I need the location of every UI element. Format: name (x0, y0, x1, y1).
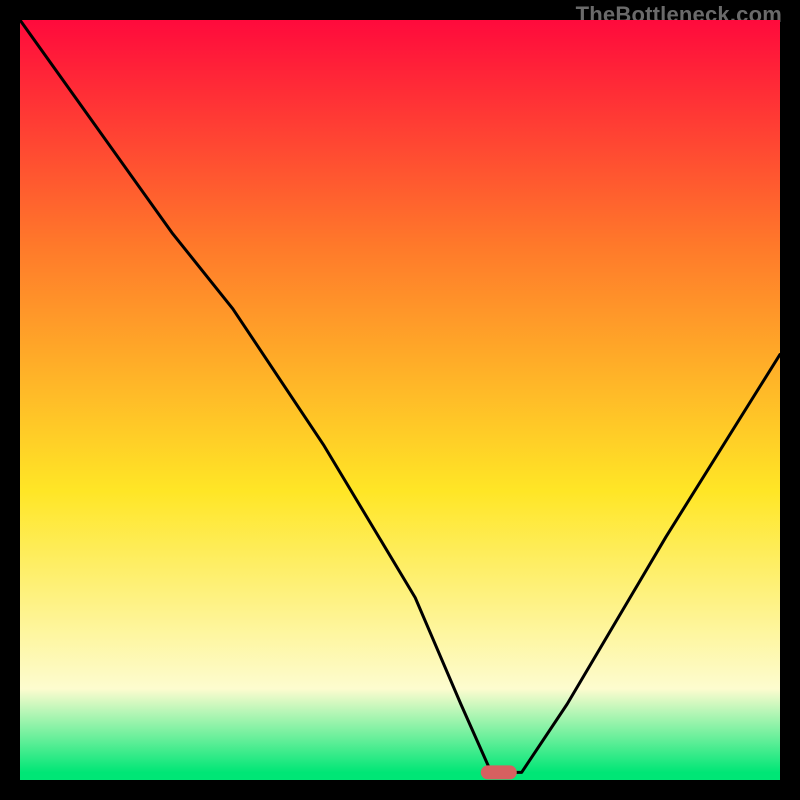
plot-svg (20, 20, 780, 780)
bottleneck-chart: TheBottleneck.com (0, 0, 800, 800)
optimal-marker (481, 765, 517, 779)
gradient-background (20, 20, 780, 780)
plot-area (20, 20, 780, 780)
